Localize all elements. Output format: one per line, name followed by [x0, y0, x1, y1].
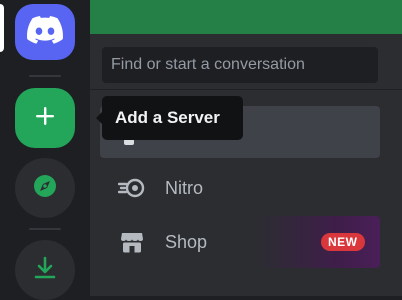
- notice-banner: [90, 0, 402, 34]
- channel-sidebar: Find or start a conversation Nitro Shop …: [90, 0, 402, 296]
- rail-divider: [29, 228, 61, 230]
- selected-indicator: [0, 4, 4, 52]
- nitro-icon: [118, 175, 146, 201]
- discord-logo-icon: [27, 15, 63, 49]
- server-rail: [0, 0, 90, 300]
- download-icon: [32, 255, 58, 286]
- plus-icon: [34, 105, 56, 132]
- compass-icon: [32, 173, 58, 204]
- search-input[interactable]: Find or start a conversation: [102, 47, 378, 83]
- download-apps-button[interactable]: [15, 240, 75, 300]
- shop-icon: [118, 229, 146, 255]
- home-button[interactable]: [15, 4, 75, 60]
- nav-item-nitro[interactable]: Nitro: [100, 162, 380, 214]
- explore-servers-button[interactable]: [15, 158, 75, 218]
- search-header: Find or start a conversation: [90, 34, 402, 90]
- nav-item-label: Nitro: [165, 178, 204, 198]
- new-badge: NEW: [321, 233, 365, 251]
- nav-item-shop[interactable]: Shop NEW: [100, 216, 380, 268]
- rail-divider: [29, 75, 61, 77]
- nav-item-label: Shop: [165, 232, 208, 252]
- add-server-tooltip: Add a Server: [102, 96, 243, 140]
- add-server-button[interactable]: [15, 88, 75, 148]
